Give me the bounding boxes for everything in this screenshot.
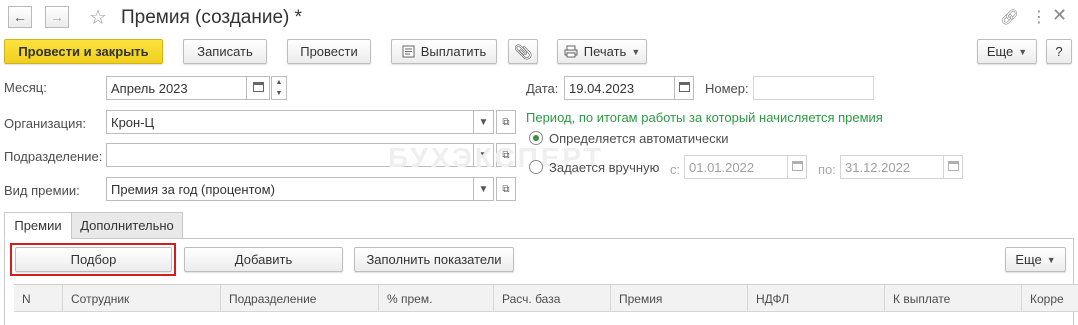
- chevron-down-icon: ▼: [1046, 254, 1056, 265]
- column-header-bonus[interactable]: Премия: [610, 285, 747, 312]
- month-stepper[interactable]: ▲ ▼: [271, 76, 287, 100]
- post-and-close-label: Провести и закрыть: [18, 44, 149, 59]
- calendar-icon: [791, 160, 803, 174]
- open-form-icon: ⧉: [502, 183, 510, 195]
- print-button[interactable]: Печать ▼: [557, 39, 647, 64]
- period-to-field[interactable]: 31.12.2022: [840, 155, 944, 179]
- department-label: Подразделение:: [4, 149, 103, 164]
- print-label: Печать: [583, 44, 627, 59]
- tab-additional[interactable]: Дополнительно: [71, 212, 183, 239]
- organization-field[interactable]: Крон-Ц: [106, 110, 474, 134]
- bonus-type-field[interactable]: Премия за год (процентом): [106, 177, 474, 201]
- month-field[interactable]: Апрель 2023: [106, 76, 247, 100]
- calendar-icon: [947, 160, 959, 174]
- period-manual-radio[interactable]: [529, 160, 543, 174]
- post-and-close-button[interactable]: Провести и закрыть: [4, 39, 163, 64]
- period-auto-radio[interactable]: [529, 131, 543, 145]
- highlight-frame: [10, 243, 176, 276]
- dropdown-icon: ▼: [478, 116, 489, 128]
- date-label: Дата:: [526, 81, 559, 96]
- period-from-field[interactable]: 01.01.2022: [684, 155, 788, 179]
- forward-button[interactable]: →: [45, 6, 69, 28]
- help-button[interactable]: ?: [1046, 39, 1072, 64]
- bonus-type-label: Вид премии:: [4, 183, 80, 198]
- more-label: Еще: [986, 44, 1014, 59]
- table-more-label: Еще: [1015, 252, 1042, 267]
- tab-bonuses-label: Премии: [14, 218, 62, 233]
- printer-icon: [564, 45, 578, 58]
- forward-arrow-icon: →: [50, 9, 64, 25]
- save-button[interactable]: Записать: [183, 39, 267, 64]
- back-button[interactable]: ←: [8, 6, 32, 28]
- pay-label: Выплатить: [420, 44, 487, 59]
- add-button[interactable]: Добавить: [184, 247, 343, 272]
- post-button[interactable]: Провести: [287, 39, 371, 64]
- column-header-department[interactable]: Подразделение: [220, 285, 378, 312]
- organization-label: Организация:: [4, 116, 87, 131]
- tab-bonuses[interactable]: Премии: [4, 212, 72, 239]
- number-label: Номер:: [705, 81, 749, 96]
- period-to-calendar-button[interactable]: [943, 155, 963, 179]
- bonus-type-open-button[interactable]: ⧉: [496, 177, 516, 201]
- calendar-icon: [678, 81, 690, 95]
- table-more-button[interactable]: Еще ▼: [1005, 247, 1066, 272]
- window-title: Премия (создание) *: [121, 7, 303, 28]
- tab-additional-label: Дополнительно: [80, 218, 174, 233]
- calendar-button[interactable]: [246, 76, 270, 100]
- column-header-percent[interactable]: % прем.: [378, 285, 493, 312]
- add-label: Добавить: [234, 252, 293, 267]
- save-label: Записать: [197, 44, 253, 59]
- period-auto-label: Определяется автоматически: [549, 131, 729, 146]
- favorite-star-icon[interactable]: ☆: [89, 5, 107, 30]
- post-label: Провести: [300, 44, 358, 59]
- pay-button[interactable]: Выплатить: [391, 39, 497, 64]
- dropdown-icon: ▼: [478, 183, 489, 195]
- chevron-down-icon: ▼: [1018, 46, 1028, 57]
- attach-button[interactable]: 📎︎: [508, 39, 538, 64]
- back-arrow-icon: ←: [13, 9, 27, 25]
- organization-dropdown[interactable]: ▼: [473, 110, 494, 134]
- open-form-icon: ⧉: [502, 116, 510, 128]
- number-field[interactable]: [753, 76, 874, 100]
- table-header: N Сотрудник Подразделение % прем. Расч. …: [14, 284, 1078, 312]
- column-header-employee[interactable]: Сотрудник: [62, 285, 220, 312]
- column-header-correction[interactable]: Корре: [1021, 285, 1078, 312]
- calendar-icon: [252, 81, 264, 95]
- bonus-type-dropdown[interactable]: ▼: [473, 177, 494, 201]
- column-header-to-pay[interactable]: К выплате: [884, 285, 1021, 312]
- link-icon[interactable]: 🔗︎: [1000, 8, 1019, 26]
- pay-icon: [402, 45, 415, 58]
- month-label: Месяц:: [4, 80, 47, 95]
- date-calendar-button[interactable]: [674, 76, 694, 100]
- period-to-label: по:: [818, 162, 836, 177]
- period-manual-label: Задается вручную: [549, 160, 660, 175]
- more-vert-icon[interactable]: ⋮: [1031, 7, 1047, 27]
- period-title: Период, по итогам работы за который начи…: [526, 110, 883, 125]
- fill-indicators-button[interactable]: Заполнить показатели: [354, 247, 514, 272]
- fill-indicators-label: Заполнить показатели: [366, 252, 502, 267]
- date-field[interactable]: 19.04.2023: [564, 76, 675, 100]
- period-from-calendar-button[interactable]: [787, 155, 807, 179]
- column-header-base[interactable]: Расч. база: [493, 285, 610, 312]
- period-from-label: с:: [670, 162, 681, 177]
- column-header-ndfl[interactable]: НДФЛ: [747, 285, 884, 312]
- help-label: ?: [1055, 44, 1063, 59]
- chevron-down-icon[interactable]: ▼: [276, 90, 283, 97]
- attachment-icon: 📎︎: [513, 43, 533, 61]
- chevron-up-icon[interactable]: ▲: [276, 79, 283, 86]
- organization-open-button[interactable]: ⧉: [496, 110, 516, 134]
- column-header-n[interactable]: N: [14, 285, 62, 312]
- close-icon[interactable]: ✕: [1052, 5, 1067, 26]
- chevron-down-icon: ▼: [631, 46, 641, 57]
- more-button[interactable]: Еще ▼: [977, 39, 1037, 64]
